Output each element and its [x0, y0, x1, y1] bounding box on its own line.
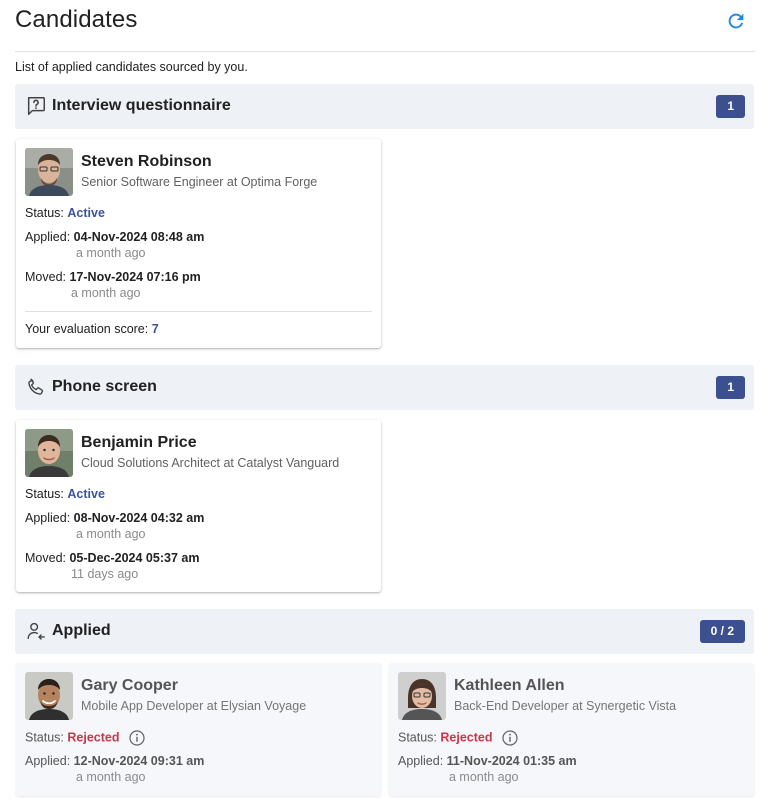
section-name: Phone screen	[52, 378, 157, 395]
score-value: 7	[151, 322, 159, 336]
candidate-card[interactable]: Kathleen Allen Back-End Developer at Syn…	[389, 663, 754, 796]
applied-label: Applied:	[25, 230, 71, 244]
status-row: Status: Active	[25, 487, 105, 501]
info-icon[interactable]	[129, 730, 145, 746]
moved-ago: a month ago	[71, 286, 141, 300]
candidate-role: Mobile App Developer at Elysian Voyage	[81, 699, 307, 713]
page-subtitle: List of applied candidates sourced by yo…	[15, 60, 248, 74]
avatar	[398, 672, 446, 720]
refresh-icon[interactable]	[725, 10, 747, 32]
moved-label: Moved:	[25, 551, 66, 565]
status-label: Status:	[25, 730, 64, 745]
section-name: Applied	[52, 622, 111, 639]
info-icon[interactable]	[502, 730, 518, 746]
applied-label: Applied:	[25, 511, 71, 525]
applied-row: Applied: 11-Nov-2024 01:35 am	[398, 754, 577, 768]
applied-date: 04-Nov-2024 08:48 am	[73, 230, 205, 244]
candidate-role: Senior Software Engineer at Optima Forge	[81, 175, 318, 189]
status-label: Status:	[25, 206, 64, 220]
applied-ago: a month ago	[449, 770, 519, 784]
applied-ago: a month ago	[76, 770, 146, 784]
candidates-page: Candidates List of applied candidates so…	[15, 0, 755, 796]
status-row: Status: Rejected	[25, 730, 145, 746]
page-title: Candidates	[15, 6, 138, 33]
moved-row: Moved: 05-Dec-2024 05:37 am	[25, 551, 199, 565]
candidate-name[interactable]: Benjamin Price	[81, 434, 197, 452]
page-header: Candidates	[15, 0, 755, 52]
moved-row: Moved: 17-Nov-2024 07:16 pm	[25, 270, 201, 284]
candidate-card[interactable]: Benjamin Price Cloud Solutions Architect…	[16, 420, 381, 592]
moved-date: 05-Dec-2024 05:37 am	[69, 551, 200, 565]
applied-label: Applied:	[25, 754, 71, 768]
chat-question-icon	[27, 97, 45, 115]
section-phone-screen[interactable]: Phone screen 1	[15, 365, 754, 410]
applied-date: 08-Nov-2024 04:32 am	[73, 511, 205, 525]
section-applied[interactable]: Applied 0 / 2	[15, 609, 754, 654]
candidate-name[interactable]: Gary Cooper	[81, 677, 178, 695]
status-row: Status: Rejected	[398, 730, 518, 746]
avatar	[25, 429, 73, 477]
applied-row: Applied: 08-Nov-2024 04:32 am	[25, 511, 204, 525]
section-count-badge: 1	[716, 95, 745, 118]
status-label: Status:	[398, 730, 437, 745]
status-label: Status:	[25, 487, 64, 501]
section-count-badge: 1	[716, 376, 745, 399]
moved-label: Moved:	[25, 270, 66, 284]
applied-date: 12-Nov-2024 09:31 am	[73, 754, 205, 768]
applied-row: Applied: 04-Nov-2024 08:48 am	[25, 230, 204, 244]
person-arrow-icon	[27, 622, 45, 640]
status-value: Active	[67, 487, 105, 501]
status-value: Active	[67, 206, 105, 220]
score-row: Your evaluation score: 7	[25, 322, 159, 336]
moved-date: 17-Nov-2024 07:16 pm	[69, 270, 201, 284]
score-label: Your evaluation score:	[25, 322, 149, 336]
moved-ago: 11 days ago	[71, 567, 139, 581]
card-divider	[25, 311, 372, 312]
avatar	[25, 148, 73, 196]
section-name: Interview questionnaire	[52, 97, 231, 114]
status-row: Status: Active	[25, 206, 105, 220]
applied-ago: a month ago	[76, 246, 146, 260]
candidate-role: Cloud Solutions Architect at Catalyst Va…	[81, 456, 340, 470]
candidate-role: Back-End Developer at Synergetic Vista	[454, 699, 677, 713]
candidate-name[interactable]: Steven Robinson	[81, 153, 212, 171]
avatar	[25, 672, 73, 720]
phone-icon	[28, 378, 44, 395]
candidate-card[interactable]: Gary Cooper Mobile App Developer at Elys…	[16, 663, 381, 796]
section-interview-questionnaire[interactable]: Interview questionnaire 1	[15, 84, 754, 129]
section-count-badge: 0 / 2	[699, 620, 745, 643]
candidate-name[interactable]: Kathleen Allen	[454, 677, 565, 695]
applied-date: 11-Nov-2024 01:35 am	[446, 754, 577, 768]
status-value: Rejected	[440, 730, 493, 745]
applied-row: Applied: 12-Nov-2024 09:31 am	[25, 754, 204, 768]
candidate-card[interactable]: Steven Robinson Senior Software Engineer…	[16, 139, 381, 348]
applied-label: Applied:	[398, 754, 444, 768]
status-value: Rejected	[67, 730, 120, 745]
applied-ago: a month ago	[76, 527, 146, 541]
